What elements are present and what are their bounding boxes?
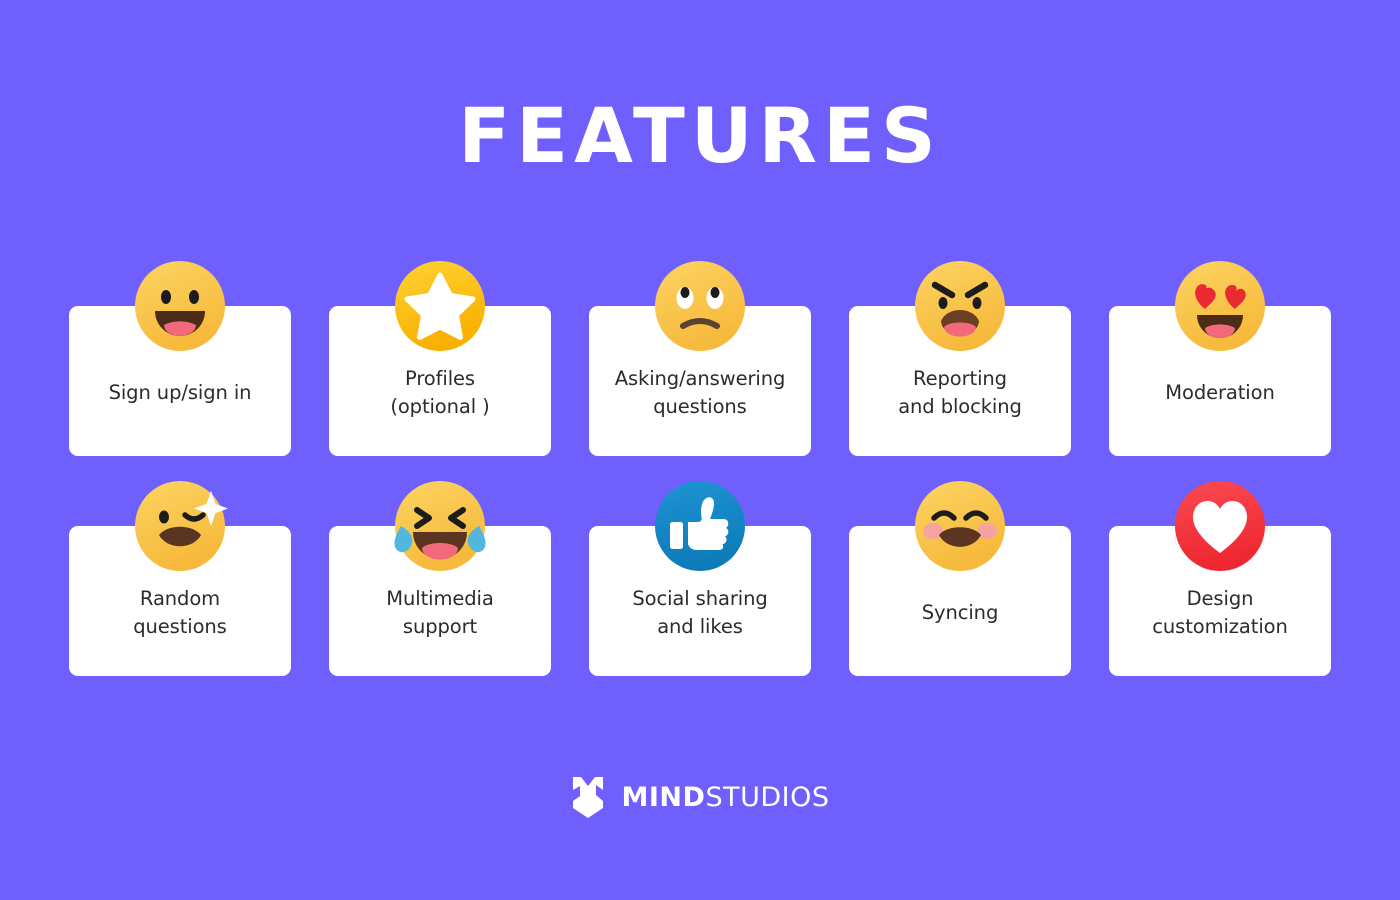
feature-label: Random questions <box>133 587 227 638</box>
feature-card[interactable]: Syncing <box>849 481 1071 676</box>
page-title: FEATURES <box>458 91 942 180</box>
grinning-face-emoji <box>133 259 227 353</box>
feature-card[interactable]: Asking/answering questions <box>589 261 811 456</box>
feature-label: Social sharing and likes <box>632 587 768 638</box>
feature-label: Syncing <box>921 601 999 624</box>
feature-card[interactable]: Profiles (optional ) <box>329 261 551 456</box>
feature-label: Moderation <box>1165 381 1275 404</box>
feature-card[interactable]: Sign up/sign in <box>69 261 291 456</box>
rolling-eyes-face-emoji <box>653 259 747 353</box>
feature-card[interactable]: Reporting and blocking <box>849 261 1071 456</box>
brand-studios: STUDIOS <box>705 781 830 813</box>
mindstudios-shield-logo <box>572 777 603 818</box>
feature-card[interactable]: Design customization <box>1109 481 1331 676</box>
winking-face-emoji <box>133 479 228 573</box>
feature-card[interactable]: Moderation <box>1109 261 1331 456</box>
heart-badge-icon <box>1173 479 1267 573</box>
feature-label: Profiles (optional ) <box>390 367 490 418</box>
feature-label: Reporting and blocking <box>898 367 1022 418</box>
brand-wordmark: MINDSTUDIOS <box>622 782 830 813</box>
feature-card[interactable]: Multimedia support <box>329 481 551 676</box>
feature-label: Sign up/sign in <box>108 381 252 404</box>
star-badge-icon <box>393 259 487 353</box>
angry-face-emoji <box>913 259 1007 353</box>
tears-of-joy-face-emoji <box>393 479 487 573</box>
brand-mind: MIND <box>621 781 706 813</box>
heart-eyes-face-emoji <box>1173 259 1267 353</box>
footer-logo: MINDSTUDIOS <box>0 775 1400 819</box>
feature-label: Asking/answering questions <box>614 367 786 418</box>
feature-card[interactable]: Social sharing and likes <box>589 481 811 676</box>
thumbs-up-icon <box>653 479 747 573</box>
feature-label: Design customization <box>1152 587 1288 638</box>
features-grid: Sign up/sign in Profiles (optional ) Ask… <box>69 261 1331 676</box>
feature-label: Multimedia support <box>386 587 494 638</box>
blushing-face-emoji <box>913 479 1007 573</box>
feature-card[interactable]: Random questions <box>69 481 291 676</box>
